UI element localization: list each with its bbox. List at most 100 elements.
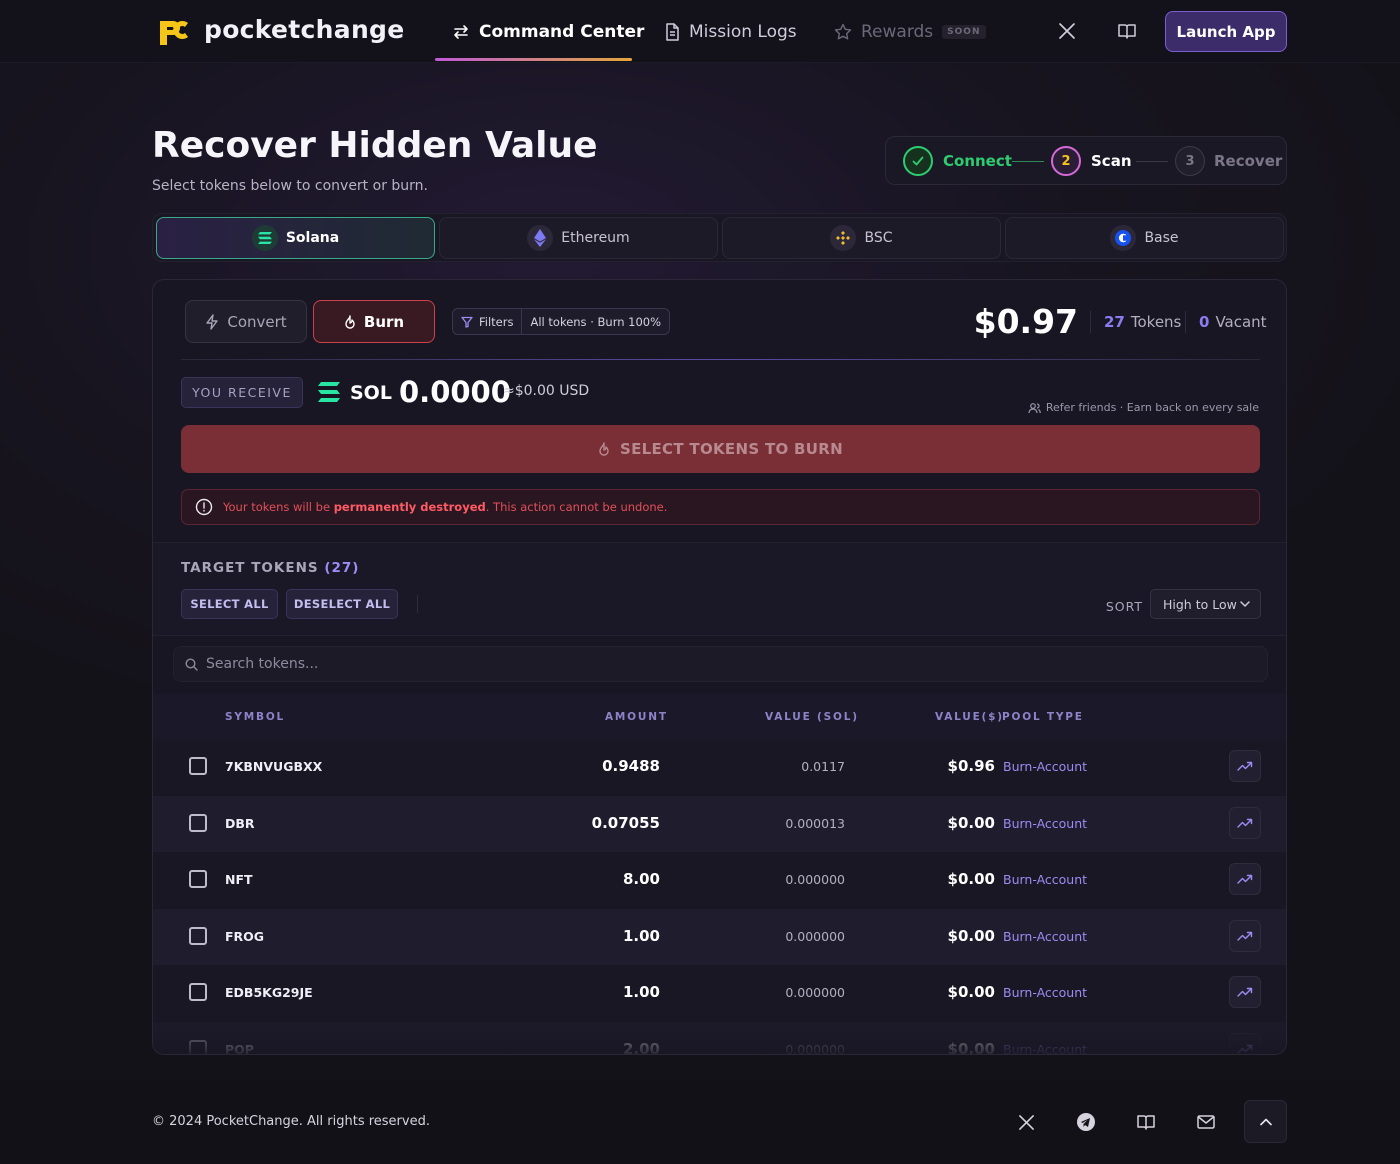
total-value: $0.97 — [973, 302, 1078, 341]
trending-chart-icon[interactable] — [1229, 976, 1261, 1009]
table-row[interactable]: NFT 8.00 0.000000 $0.00 Burn-Account — [153, 852, 1286, 909]
token-symbol: NFT — [225, 872, 253, 888]
tab-base-label: Base — [1144, 230, 1179, 246]
warning-suffix: . This action cannot be undone. — [485, 500, 668, 514]
bsc-icon — [830, 225, 857, 251]
mail-icon[interactable] — [1195, 1111, 1217, 1133]
token-value-sol: 0.000000 — [785, 928, 845, 944]
convert-mode-button[interactable]: Convert — [185, 300, 307, 343]
token-pool-type[interactable]: Burn-Account — [1003, 872, 1087, 887]
trending-chart-icon[interactable] — [1229, 919, 1261, 952]
warning-prefix: Your tokens will be — [223, 500, 331, 514]
table-row[interactable]: EDB5KG29JE 1.00 0.000000 $0.00 Burn-Account — [153, 965, 1286, 1022]
token-value-usd: $0.00 — [947, 926, 995, 945]
sort-value: High to Low — [1163, 596, 1237, 612]
table-row[interactable]: 7KBNVUGBXX 0.9488 0.0117 $0.96 Burn-Account — [153, 739, 1286, 795]
nav-command-center[interactable]: Command Center — [452, 20, 644, 44]
step-connector — [1136, 161, 1168, 162]
token-amount: 1.00 — [622, 926, 660, 945]
users-icon — [1028, 402, 1041, 413]
burn-action-label: SELECT TOKENS TO BURN — [620, 440, 843, 458]
x-twitter-icon[interactable] — [1015, 1111, 1037, 1133]
token-value-sol: 0.000000 — [785, 872, 845, 888]
deselect-all-button[interactable]: DESELECT ALL — [286, 589, 398, 619]
token-pool-type[interactable]: Burn-Account — [1003, 816, 1087, 831]
nav-active-underline — [435, 58, 632, 61]
pocketchange-logo-icon[interactable] — [158, 17, 192, 47]
nav-rewards[interactable]: Rewards SOON — [834, 20, 986, 44]
row-checkbox[interactable] — [189, 813, 207, 832]
select-all-button[interactable]: SELECT ALL — [181, 589, 278, 619]
tab-bsc-label: BSC — [864, 230, 893, 246]
token-pool-type[interactable]: Burn-Account — [1003, 759, 1087, 774]
trending-chart-icon[interactable] — [1229, 863, 1261, 896]
tokens-stat: 27 Tokens — [1104, 313, 1181, 331]
filters-button[interactable]: Filters All tokens · Burn 100% — [452, 308, 671, 335]
tab-bsc[interactable]: BSC — [722, 217, 1001, 259]
token-value-usd: $0.00 — [947, 870, 995, 889]
table-row[interactable]: DBR 0.07055 0.000013 $0.00 Burn-Account — [153, 795, 1286, 852]
copyright-text: © 2024 PocketChange. All rights reserved… — [152, 1114, 430, 1129]
table-row[interactable]: FROG 1.00 0.000000 $0.00 Burn-Account — [153, 908, 1286, 965]
convert-label: Convert — [227, 312, 287, 331]
receive-amount: 0.0000 — [399, 375, 511, 409]
nav-rewards-label: Rewards — [861, 22, 934, 42]
trending-chart-icon[interactable] — [1229, 750, 1261, 782]
search-icon — [185, 657, 198, 671]
filters-toggle[interactable]: Filters — [453, 309, 523, 334]
row-checkbox[interactable] — [189, 757, 207, 775]
col-amount[interactable]: AMOUNT — [605, 711, 668, 723]
page-subtitle: Select tokens below to convert or burn. — [152, 178, 428, 194]
tab-base[interactable]: Base — [1005, 217, 1284, 259]
scroll-to-top-button[interactable] — [1244, 1100, 1287, 1143]
filters-label: Filters — [479, 314, 514, 329]
sort-dropdown[interactable]: High to Low — [1150, 589, 1261, 619]
book-icon[interactable] — [1116, 20, 1138, 42]
soon-badge: SOON — [942, 25, 986, 39]
chevron-up-icon — [1259, 1118, 1272, 1125]
step-connect-label: Connect — [943, 152, 1012, 170]
search-placeholder: Search tokens... — [206, 656, 319, 672]
step-connect-check-icon — [903, 146, 933, 176]
col-value-usd[interactable]: VALUE($) — [935, 711, 1004, 723]
chevron-down-icon — [1240, 601, 1250, 607]
trending-chart-icon[interactable] — [1229, 806, 1261, 839]
launch-app-button[interactable]: Launch App — [1165, 11, 1287, 52]
brand-name[interactable]: pocketchange — [204, 15, 405, 44]
row-checkbox[interactable] — [189, 870, 207, 889]
x-twitter-icon[interactable] — [1056, 20, 1078, 42]
chain-selector: Solana Ethereum BSC Base — [152, 213, 1287, 262]
col-value-sol[interactable]: VALUE (SOL) — [765, 711, 859, 723]
star-icon — [834, 23, 852, 40]
swap-arrows-icon — [454, 25, 468, 39]
refer-text: Refer friends · Earn back on every sale — [1045, 401, 1259, 414]
receive-usd: ≈$0.00 USD — [503, 383, 590, 399]
token-value-usd: $0.96 — [947, 757, 995, 775]
tab-solana[interactable]: Solana — [156, 217, 435, 259]
token-amount: 1.00 — [622, 983, 660, 1002]
token-amount: 8.00 — [622, 870, 660, 889]
receive-currency: SOL — [350, 382, 392, 404]
nav-mission-logs[interactable]: Mission Logs — [664, 20, 797, 44]
select-tokens-to-burn-button[interactable]: SELECT TOKENS TO BURN — [181, 425, 1260, 473]
search-tokens-input[interactable]: Search tokens... — [173, 646, 1268, 682]
book-icon[interactable] — [1135, 1111, 1157, 1133]
step-connector — [1012, 161, 1044, 162]
burn-mode-button[interactable]: Burn — [313, 300, 435, 343]
telegram-icon[interactable] — [1075, 1111, 1097, 1133]
refer-friends-link[interactable]: Refer friends · Earn back on every sale — [1028, 401, 1259, 414]
col-symbol[interactable]: SYMBOL — [225, 711, 285, 723]
token-value-sol: 0.000000 — [785, 985, 845, 1001]
flame-icon — [599, 442, 609, 456]
token-pool-type[interactable]: Burn-Account — [1003, 929, 1087, 944]
tokens-label: Tokens — [1130, 313, 1182, 331]
tab-ethereum-label: Ethereum — [561, 230, 630, 246]
row-checkbox[interactable] — [189, 983, 207, 1002]
col-pool-type[interactable]: POOL TYPE — [1002, 711, 1084, 723]
tab-ethereum[interactable]: Ethereum — [439, 217, 718, 259]
step-recover-number: 3 — [1175, 146, 1205, 176]
row-checkbox[interactable] — [189, 926, 207, 945]
step-scan-number: 2 — [1051, 146, 1081, 176]
token-pool-type[interactable]: Burn-Account — [1003, 985, 1087, 1000]
tab-solana-label: Solana — [285, 230, 340, 246]
